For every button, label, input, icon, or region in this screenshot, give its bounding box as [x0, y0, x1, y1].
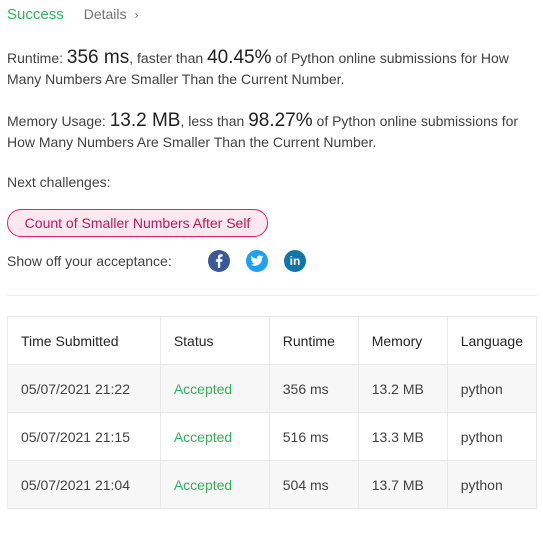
- cell-language: python: [446, 412, 538, 461]
- cell-time: 05/07/2021 21:22: [7, 364, 161, 413]
- cell-time: 05/07/2021 21:04: [7, 460, 161, 509]
- table-row: 05/07/2021 21:04 Accepted 504 ms 13.7 MB…: [7, 460, 538, 509]
- column-header-status: Status: [159, 316, 270, 365]
- status-accepted-link[interactable]: Accepted: [159, 364, 270, 413]
- cell-memory: 13.3 MB: [357, 412, 448, 461]
- column-header-runtime: Runtime: [268, 316, 359, 365]
- submissions-table: Time Submitted Status Runtime Memory Lan…: [7, 316, 538, 509]
- challenge-tag[interactable]: Count of Smaller Numbers After Self: [7, 209, 268, 237]
- cell-runtime: 356 ms: [268, 364, 359, 413]
- memory-label: Memory Usage:: [7, 113, 106, 129]
- memory-percent: 98.27%: [248, 110, 313, 131]
- section-divider: [7, 295, 537, 296]
- details-link[interactable]: Details ›: [84, 6, 139, 22]
- result-header: Success Details ›: [7, 6, 139, 23]
- twitter-icon[interactable]: [246, 250, 268, 272]
- cell-memory: 13.2 MB: [357, 364, 448, 413]
- status-accepted-link[interactable]: Accepted: [159, 412, 270, 461]
- table-row: 05/07/2021 21:22 Accepted 356 ms 13.2 MB…: [7, 364, 538, 413]
- chevron-right-icon: ›: [134, 8, 139, 22]
- cell-language: python: [446, 364, 538, 413]
- memory-summary: Memory Usage: 13.2 MB, less than 98.27% …: [7, 110, 539, 153]
- runtime-summary: Runtime: 356 ms, faster than 40.45% of P…: [7, 47, 539, 90]
- status-accepted-link[interactable]: Accepted: [159, 460, 270, 509]
- table-header-row: Time Submitted Status Runtime Memory Lan…: [7, 316, 538, 365]
- linkedin-icon[interactable]: in: [284, 250, 306, 272]
- facebook-icon[interactable]: [208, 250, 230, 272]
- cell-runtime: 516 ms: [268, 412, 359, 461]
- column-header-language: Language: [446, 316, 538, 365]
- next-challenges-label: Next challenges:: [7, 174, 111, 190]
- column-header-memory: Memory: [357, 316, 448, 365]
- runtime-percent: 40.45%: [207, 47, 272, 68]
- column-header-time: Time Submitted: [7, 316, 161, 365]
- cell-time: 05/07/2021 21:15: [7, 412, 161, 461]
- cell-runtime: 504 ms: [268, 460, 359, 509]
- runtime-middle: , faster than: [129, 50, 204, 66]
- runtime-label: Runtime:: [7, 50, 64, 66]
- status-title: Success: [7, 6, 64, 23]
- runtime-value: 356 ms: [66, 47, 130, 68]
- cell-language: python: [446, 460, 538, 509]
- share-label: Show off your acceptance:: [7, 253, 172, 269]
- memory-value: 13.2 MB: [109, 110, 181, 131]
- memory-middle: , less than: [180, 113, 245, 129]
- table-row: 05/07/2021 21:15 Accepted 516 ms 13.3 MB…: [7, 412, 538, 461]
- details-label: Details: [83, 6, 127, 22]
- cell-memory: 13.7 MB: [357, 460, 448, 509]
